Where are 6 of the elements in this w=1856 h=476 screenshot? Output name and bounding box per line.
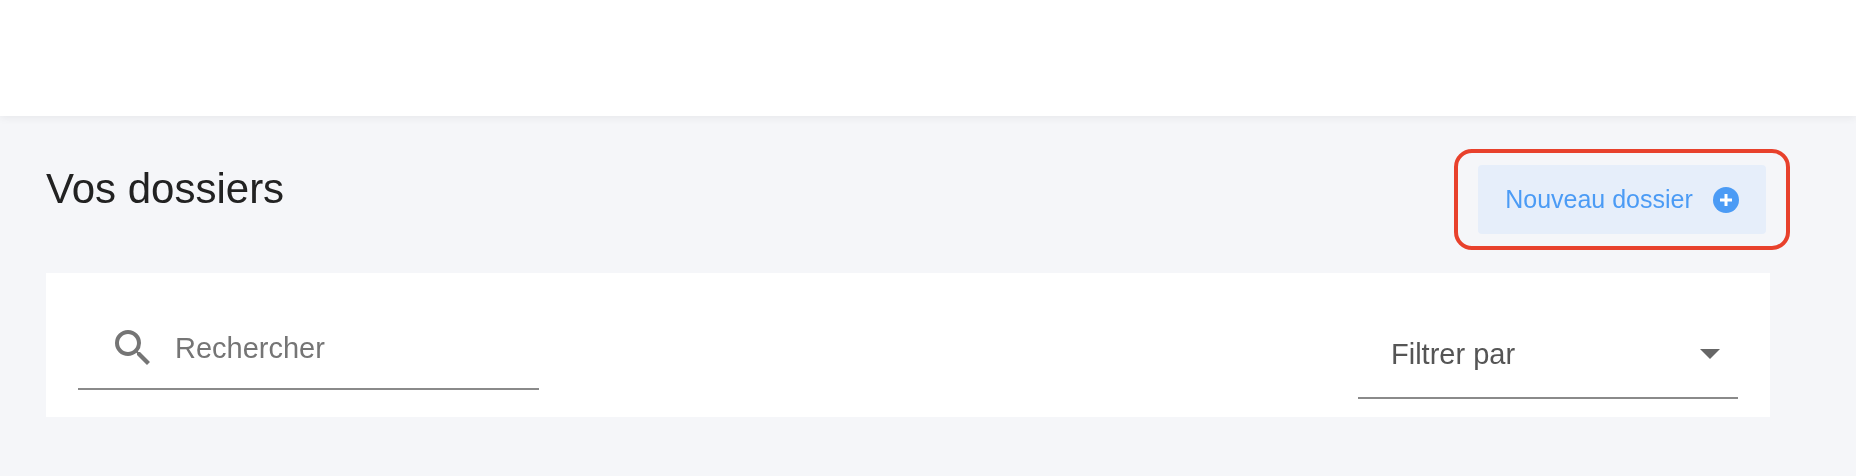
filter-dropdown[interactable]: Filtrer par [1358, 333, 1738, 399]
plus-circle-icon [1712, 186, 1739, 213]
page-title: Vos dossiers [46, 165, 285, 213]
caret-icon [1700, 349, 1720, 359]
search-icon [115, 330, 151, 366]
search-field[interactable]: Rechercher [173, 330, 477, 366]
